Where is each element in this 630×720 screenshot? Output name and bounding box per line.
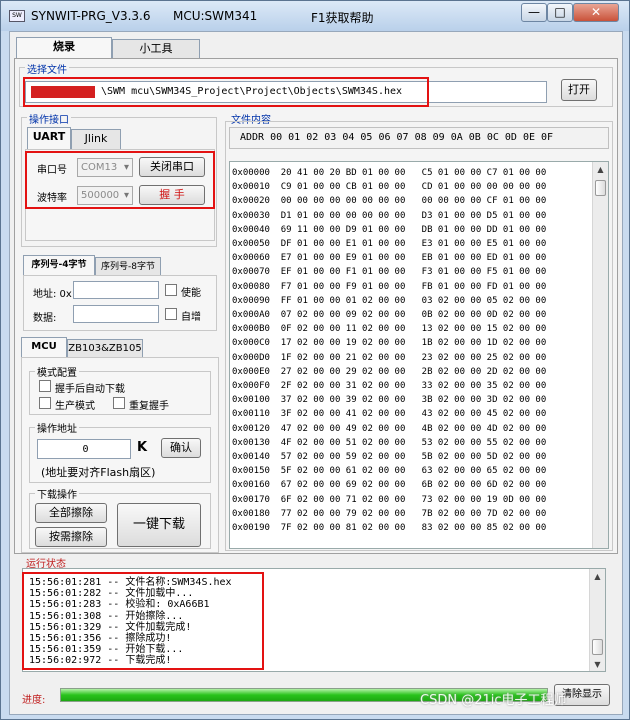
hex-view[interactable]: 0x00000 20 41 00 20 BD 01 00 00 C5 01 00… [229,161,609,549]
tab-mcu[interactable]: MCU [21,337,67,359]
mcu-title: MCU:SWM341 [173,9,258,23]
mode-label: 模式配置 [35,364,79,379]
hex-row: 0x00030 D1 01 00 00 00 00 00 00 D3 01 00… [232,210,547,221]
hex-row: 0x000D0 1F 02 00 00 21 02 00 00 23 02 00… [232,352,547,363]
help-hint: F1获取帮助 [311,11,374,25]
rehandshake-checkbox[interactable] [113,397,125,409]
tab-jlink[interactable]: Jlink [71,129,121,149]
tab-burn[interactable]: 烧录 [16,37,112,59]
scroll-down-icon[interactable]: ▼ [590,657,605,671]
hex-row: 0x00000 20 41 00 20 BD 01 00 00 C5 01 00… [232,168,547,178]
enable-label: 使能 [181,288,201,299]
app-window: SW SYNWIT-PRG_V3.3.6 MCU:SWM341 F1获取帮助 —… [0,0,630,720]
scroll-thumb[interactable] [592,639,603,655]
scroll-up-icon[interactable]: ▲ [593,162,608,178]
hex-row: 0x00120 47 02 00 00 49 02 00 00 4B 02 00… [232,423,547,434]
auto-download-label: 握手后自动下载 [55,384,125,395]
minimize-button[interactable]: — [521,3,547,22]
hex-row: 0x00180 77 02 00 00 79 02 00 00 7B 02 00… [232,508,547,519]
client-area: 烧录 小工具 选择文件 \SWM mcu\SWM34S_Project\Proj… [9,31,623,715]
status-highlight [22,572,264,670]
tab-zb103[interactable]: ZB103&ZB105 [67,339,143,359]
auto-increment-label: 自增 [181,312,201,323]
hex-row: 0x00170 6F 02 00 00 71 02 00 00 73 02 00… [232,494,547,505]
burn-panel: 选择文件 \SWM mcu\SWM34S_Project\Project\Obj… [14,58,618,554]
hex-row: 0x000E0 27 02 00 00 29 02 00 00 2B 02 00… [232,366,547,377]
hex-row: 0x00130 4F 02 00 00 51 02 00 00 53 02 00… [232,437,547,448]
hex-row: 0x00060 E7 01 00 00 E9 01 00 00 EB 01 00… [232,253,547,264]
operation-address-label: 操作地址 [35,420,79,435]
confirm-button[interactable]: 确认 [161,438,201,458]
tab-tools[interactable]: 小工具 [112,39,200,59]
hex-header: ADDR 00 01 02 03 04 05 06 07 08 09 0A 0B… [229,127,609,149]
tab-serial-8[interactable]: 序列号-8字节 [95,257,161,277]
hex-row: 0x00160 67 02 00 00 69 02 00 00 6B 02 00… [232,480,547,491]
production-mode-checkbox[interactable] [39,397,51,409]
hex-row: 0x000C0 17 02 00 00 19 02 00 00 1B 02 00… [232,338,547,349]
hex-row: 0x00090 FF 01 00 00 01 02 00 00 03 02 00… [232,295,547,306]
progress-label: 进度: [22,695,46,706]
erase-needed-button[interactable]: 按需擦除 [35,527,107,547]
auto-download-checkbox[interactable] [39,380,51,392]
hex-row: 0x00110 3F 02 00 00 41 02 00 00 43 02 00… [232,409,547,420]
hex-row: 0x000A0 07 02 00 00 09 02 00 00 0B 02 00… [232,310,547,320]
address-note: (地址要对齐Flash扇区) [41,466,156,479]
port-group-label: 操作接口 [27,111,71,126]
open-button[interactable]: 打开 [561,79,597,101]
hex-row: 0x00010 C9 01 00 00 CB 01 00 00 CD 01 00… [232,182,547,193]
file-select-label: 选择文件 [25,61,69,76]
window-title: SYNWIT-PRG_V3.3.6 [31,9,151,23]
hex-row: 0x000F0 2F 02 00 00 31 02 00 00 33 02 00… [232,381,547,391]
auto-increment-checkbox[interactable] [165,308,177,320]
enable-checkbox[interactable] [165,284,177,296]
data-label: 数据: [33,313,57,324]
serial-data-input[interactable] [73,305,159,323]
scroll-up-icon[interactable]: ▲ [590,569,605,585]
rehandshake-label: 重复握手 [129,401,169,412]
hex-row: 0x00100 37 02 00 00 39 02 00 00 3B 02 00… [232,395,547,406]
hex-header-text: ADDR 00 01 02 03 04 05 06 07 08 09 0A 0B… [240,132,554,143]
scroll-thumb[interactable] [595,180,606,196]
file-path-highlight [23,77,429,107]
log-scrollbar[interactable]: ▲ ▼ [589,569,605,671]
erase-all-button[interactable]: 全部擦除 [35,503,107,523]
one-click-download-button[interactable]: 一键下载 [117,503,201,547]
hex-row: 0x00020 00 00 00 00 00 00 00 00 00 00 00… [232,196,547,207]
watermark: CSDN @21ic电子工程师 [420,693,567,708]
operation-address-value: 0 [82,444,89,455]
hex-row: 0x000B0 0F 02 00 00 11 02 00 00 13 02 00… [232,324,547,335]
address-label: 地址: 0x [33,289,72,300]
operation-address-input[interactable]: 0 [37,439,131,459]
address-unit: K [137,440,148,455]
hex-scrollbar[interactable]: ▲ [592,162,608,548]
download-label: 下载操作 [35,486,79,501]
maximize-button[interactable]: □ [547,3,573,22]
close-button[interactable]: ✕ [573,3,619,22]
tab-serial-4[interactable]: 序列号-4字节 [23,255,95,277]
production-mode-label: 生产模式 [55,401,95,412]
serial-address-input[interactable] [73,281,159,299]
hex-row: 0x00080 F7 01 00 00 F9 01 00 00 FB 01 00… [232,281,547,292]
hex-row: 0x00140 57 02 00 00 59 02 00 00 5B 02 00… [232,452,547,462]
title-bar[interactable]: SW SYNWIT-PRG_V3.3.6 MCU:SWM341 F1获取帮助 —… [1,1,629,31]
app-icon: SW [9,10,25,22]
hex-row: 0x00040 69 11 00 00 D9 01 00 00 DB 01 00… [232,224,547,235]
hex-row: 0x00190 7F 02 00 00 81 02 00 00 83 02 00… [232,523,547,533]
hex-row: 0x00070 EF 01 00 00 F1 01 00 00 F3 01 00… [232,267,547,278]
port-highlight [25,151,215,209]
tab-uart[interactable]: UART [27,127,71,149]
hex-row: 0x00050 DF 01 00 00 E1 01 00 00 E3 01 00… [232,239,547,249]
hex-row: 0x00150 5F 02 00 00 61 02 00 00 63 02 00… [232,466,547,477]
